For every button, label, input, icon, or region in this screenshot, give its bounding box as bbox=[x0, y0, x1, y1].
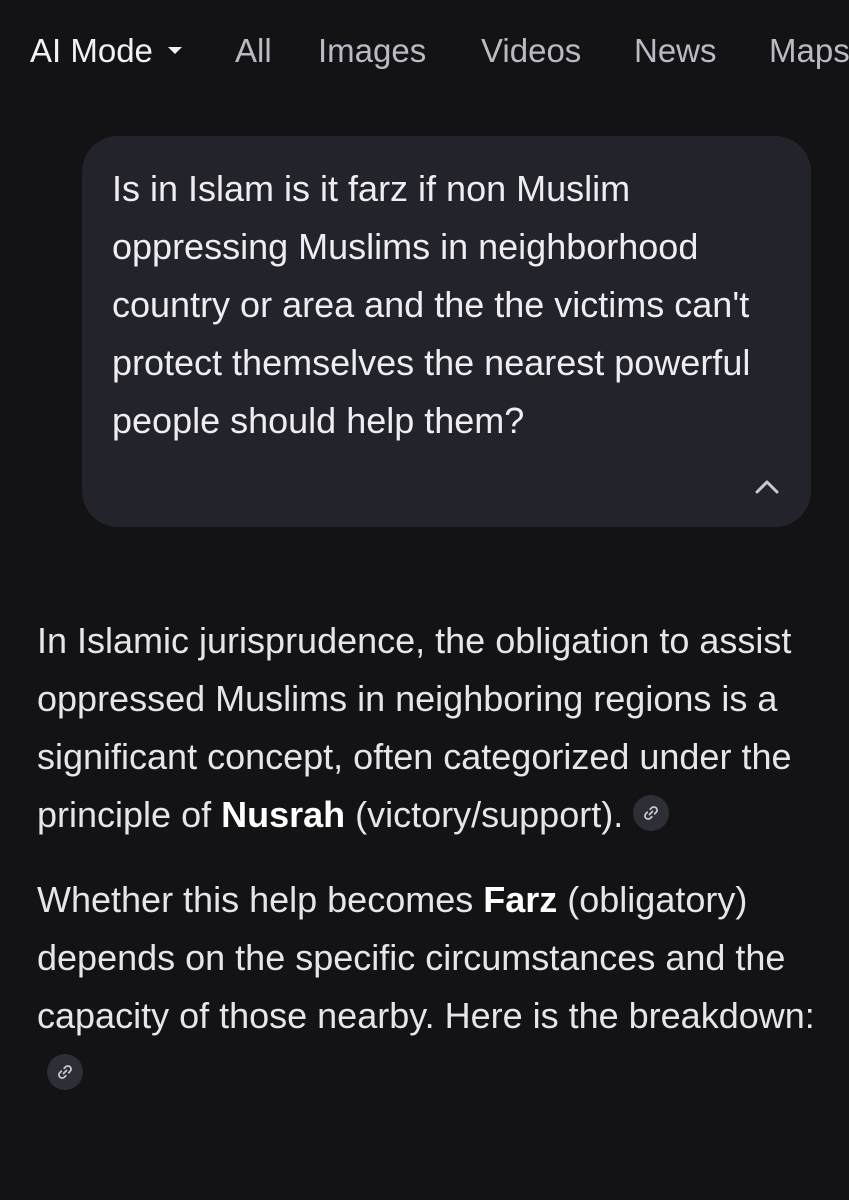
caret-down-icon bbox=[167, 46, 182, 54]
ai-answer: In Islamic jurisprudence, the obligation… bbox=[37, 612, 827, 1103]
ai-mode-page: AI Mode All Images Videos News Maps Is i… bbox=[0, 0, 849, 1200]
query-bubble: Is in Islam is it farz if non Muslim opp… bbox=[82, 136, 811, 527]
link-icon[interactable] bbox=[633, 795, 670, 832]
search-tabs-bar: AI Mode All Images Videos News Maps bbox=[0, 0, 849, 100]
tab-label: AI Mode bbox=[30, 32, 153, 69]
answer-bold-term: Nusrah bbox=[221, 794, 346, 835]
tab-all[interactable]: All bbox=[235, 30, 272, 72]
link-icon[interactable] bbox=[47, 1054, 83, 1091]
tab-ai-mode[interactable]: AI Mode bbox=[30, 30, 182, 72]
answer-text: (victory/support). bbox=[345, 794, 624, 835]
tab-videos[interactable]: Videos bbox=[481, 30, 581, 72]
answer-text: Whether this help becomes bbox=[37, 879, 484, 920]
tab-images[interactable]: Images bbox=[318, 30, 426, 72]
tab-maps[interactable]: Maps bbox=[769, 30, 849, 72]
answer-paragraph-2: Whether this help becomes Farz (obligato… bbox=[37, 871, 827, 1103]
answer-paragraph-1: In Islamic jurisprudence, the obligation… bbox=[37, 612, 827, 844]
query-text: Is in Islam is it farz if non Muslim opp… bbox=[112, 168, 751, 441]
chevron-up-icon[interactable] bbox=[749, 469, 785, 505]
tab-news[interactable]: News bbox=[634, 30, 717, 72]
answer-bold-term: Farz bbox=[483, 879, 558, 920]
